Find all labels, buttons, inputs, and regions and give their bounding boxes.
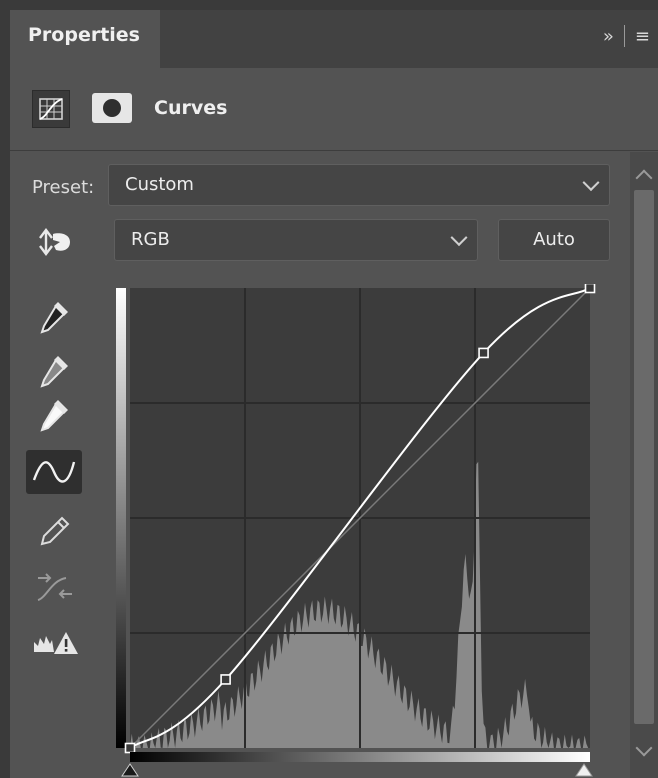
on-image-adjust-icon[interactable] bbox=[26, 220, 82, 264]
gray-point-eyedropper-icon[interactable] bbox=[26, 348, 82, 392]
adjustment-header: Curves bbox=[10, 68, 658, 151]
chevron-down-icon bbox=[582, 174, 600, 192]
curve-points-icon[interactable] bbox=[26, 450, 82, 494]
curve-control-point[interactable] bbox=[124, 742, 136, 754]
scroll-thumb[interactable] bbox=[634, 190, 654, 724]
curves-graph[interactable] bbox=[110, 284, 606, 778]
divider bbox=[623, 25, 625, 47]
scroll-down-icon[interactable] bbox=[635, 739, 653, 757]
output-gradient bbox=[116, 288, 126, 748]
clipping-warning-icon[interactable] bbox=[26, 622, 82, 666]
smooth-curve-icon[interactable] bbox=[26, 564, 82, 608]
adjustment-title: Curves bbox=[154, 97, 228, 119]
layer-mask-icon[interactable] bbox=[92, 93, 132, 123]
tab-properties[interactable]: Properties bbox=[10, 10, 160, 68]
curves-adjustment-icon[interactable] bbox=[32, 90, 70, 128]
preset-label: Preset: bbox=[32, 177, 95, 198]
curve-control-point[interactable] bbox=[478, 347, 489, 359]
channel-dropdown[interactable]: RGB bbox=[114, 219, 478, 261]
chevron-down-icon bbox=[450, 229, 468, 247]
preset-dropdown[interactable]: Custom bbox=[108, 164, 610, 206]
preset-value: Custom bbox=[125, 174, 194, 195]
tab-bar: Properties » ≡ bbox=[10, 10, 658, 68]
properties-panel: Properties » ≡ Curves Preset: Custom RGB… bbox=[10, 10, 658, 778]
channel-value: RGB bbox=[131, 229, 170, 250]
panel-menu-icon[interactable]: ≡ bbox=[635, 26, 650, 47]
white-point-slider[interactable] bbox=[575, 763, 593, 777]
curve-control-point[interactable] bbox=[220, 674, 231, 685]
tab-actions: » ≡ bbox=[603, 10, 650, 62]
panel-scrollbar[interactable] bbox=[630, 152, 658, 778]
scroll-up-icon[interactable] bbox=[635, 169, 653, 187]
curve-control-point[interactable] bbox=[584, 284, 596, 294]
white-point-eyedropper-icon[interactable] bbox=[26, 392, 82, 436]
pencil-draw-icon[interactable] bbox=[26, 508, 82, 552]
auto-button[interactable]: Auto bbox=[498, 219, 610, 261]
black-point-eyedropper-icon[interactable] bbox=[26, 294, 82, 338]
input-gradient bbox=[130, 752, 590, 762]
collapse-icon[interactable]: » bbox=[603, 26, 614, 47]
black-point-slider[interactable] bbox=[121, 763, 139, 777]
